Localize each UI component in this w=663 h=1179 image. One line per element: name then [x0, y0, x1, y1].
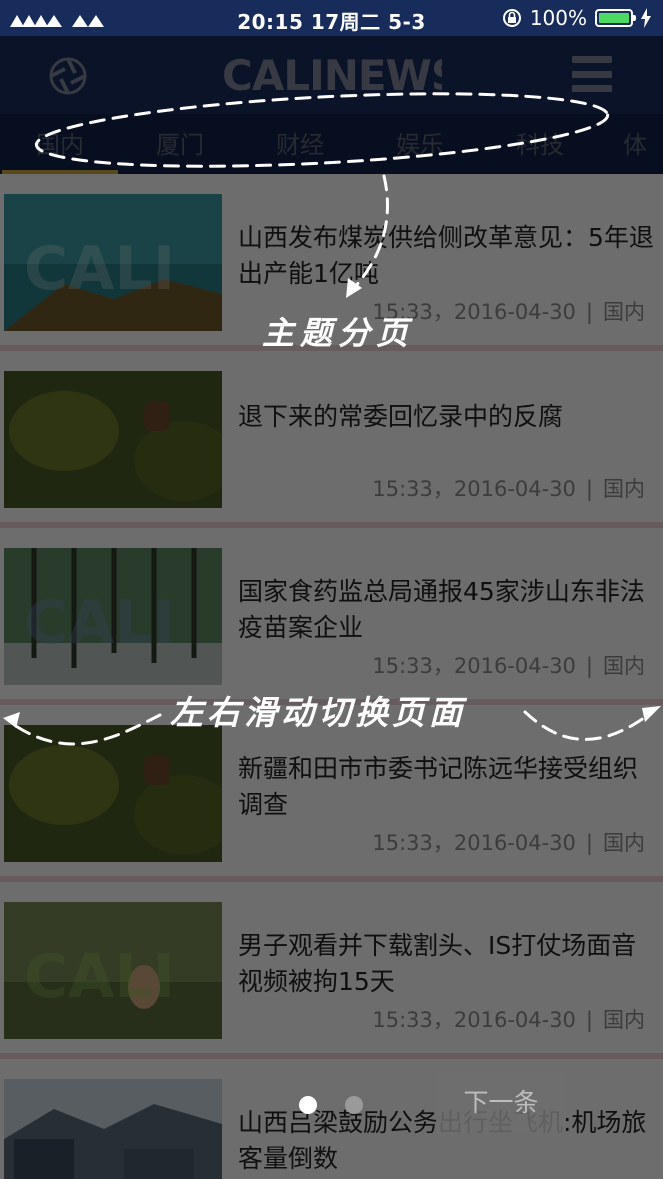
- swipe-hint-label: 左右滑动切换页面: [170, 693, 466, 732]
- news-meta: 15:33，2016-04-30 | 国内: [372, 831, 645, 855]
- news-title: 新疆和田市市委书记陈远华接受组织调查: [238, 754, 639, 819]
- svg-text:CALI: CALI: [24, 942, 175, 1012]
- svg-text:CALI: CALI: [24, 588, 175, 658]
- news-title: 男子观看并下载割头、IS打仗场面音视频被拘15天: [238, 931, 637, 996]
- tab-guonei[interactable]: 国内: [0, 114, 120, 174]
- hamburger-menu-icon[interactable]: [572, 56, 612, 92]
- tab-xiamen[interactable]: 厦门: [120, 114, 240, 174]
- tab-yule[interactable]: 娱乐: [360, 114, 480, 174]
- charging-icon: [641, 8, 651, 28]
- tab-caijing[interactable]: 财经: [240, 114, 360, 174]
- rotation-lock-icon: [502, 9, 521, 27]
- news-thumbnail: CALI: [4, 902, 222, 1039]
- app-header: CALINEWS: [0, 36, 663, 114]
- page-dot[interactable]: [345, 1096, 363, 1114]
- news-meta: 15:33，2016-04-30 | 国内: [372, 654, 645, 678]
- news-thumbnail: [4, 1079, 222, 1179]
- tab-sports[interactable]: 体: [605, 114, 663, 174]
- svg-text:CALINEWS: CALINEWS: [222, 51, 442, 100]
- status-bar: 20:15 17周二 5-3 100%: [0, 0, 663, 36]
- news-thumbnail: [4, 725, 222, 862]
- battery-percent: 100%: [529, 6, 587, 30]
- news-title: 山西发布煤炭供给侧改革意见：5年退出产能1亿吨: [238, 223, 654, 288]
- page-indicator: [299, 1096, 363, 1114]
- news-meta: 15:33，2016-04-30 | 国内: [372, 1008, 645, 1032]
- news-item[interactable]: CALI 男子观看并下载割头、IS打仗场面音视频被拘15天 15:33，2016…: [0, 882, 663, 1059]
- news-thumbnail: [4, 371, 222, 508]
- svg-text:CALI: CALI: [24, 234, 175, 304]
- tabs-hint-label: 主题分页: [262, 314, 415, 352]
- camera-shutter-icon[interactable]: [48, 56, 88, 96]
- battery-icon: [595, 9, 636, 27]
- tab-keji[interactable]: 科技: [480, 114, 600, 174]
- news-item[interactable]: CALI 国家食药监总局通报45家涉山东非法疫苗案企业 15:33，2016-0…: [0, 528, 663, 705]
- news-item[interactable]: 退下来的常委回忆录中的反腐 15:33，2016-04-30 | 国内: [0, 351, 663, 528]
- news-title: 退下来的常委回忆录中的反腐: [238, 402, 564, 431]
- app-logo: CALINEWS: [222, 48, 461, 100]
- news-meta: 15:33，2016-04-30 | 国内: [372, 477, 645, 501]
- page-dot-active[interactable]: [299, 1096, 317, 1114]
- news-title: 国家食药监总局通报45家涉山东非法疫苗案企业: [238, 577, 645, 642]
- category-tabs: 国内 厦门 财经 娱乐 科技 体: [0, 114, 663, 174]
- news-thumbnail: CALI: [4, 548, 222, 685]
- next-button[interactable]: 下一条: [436, 1070, 566, 1134]
- news-thumbnail: CALI: [4, 194, 222, 331]
